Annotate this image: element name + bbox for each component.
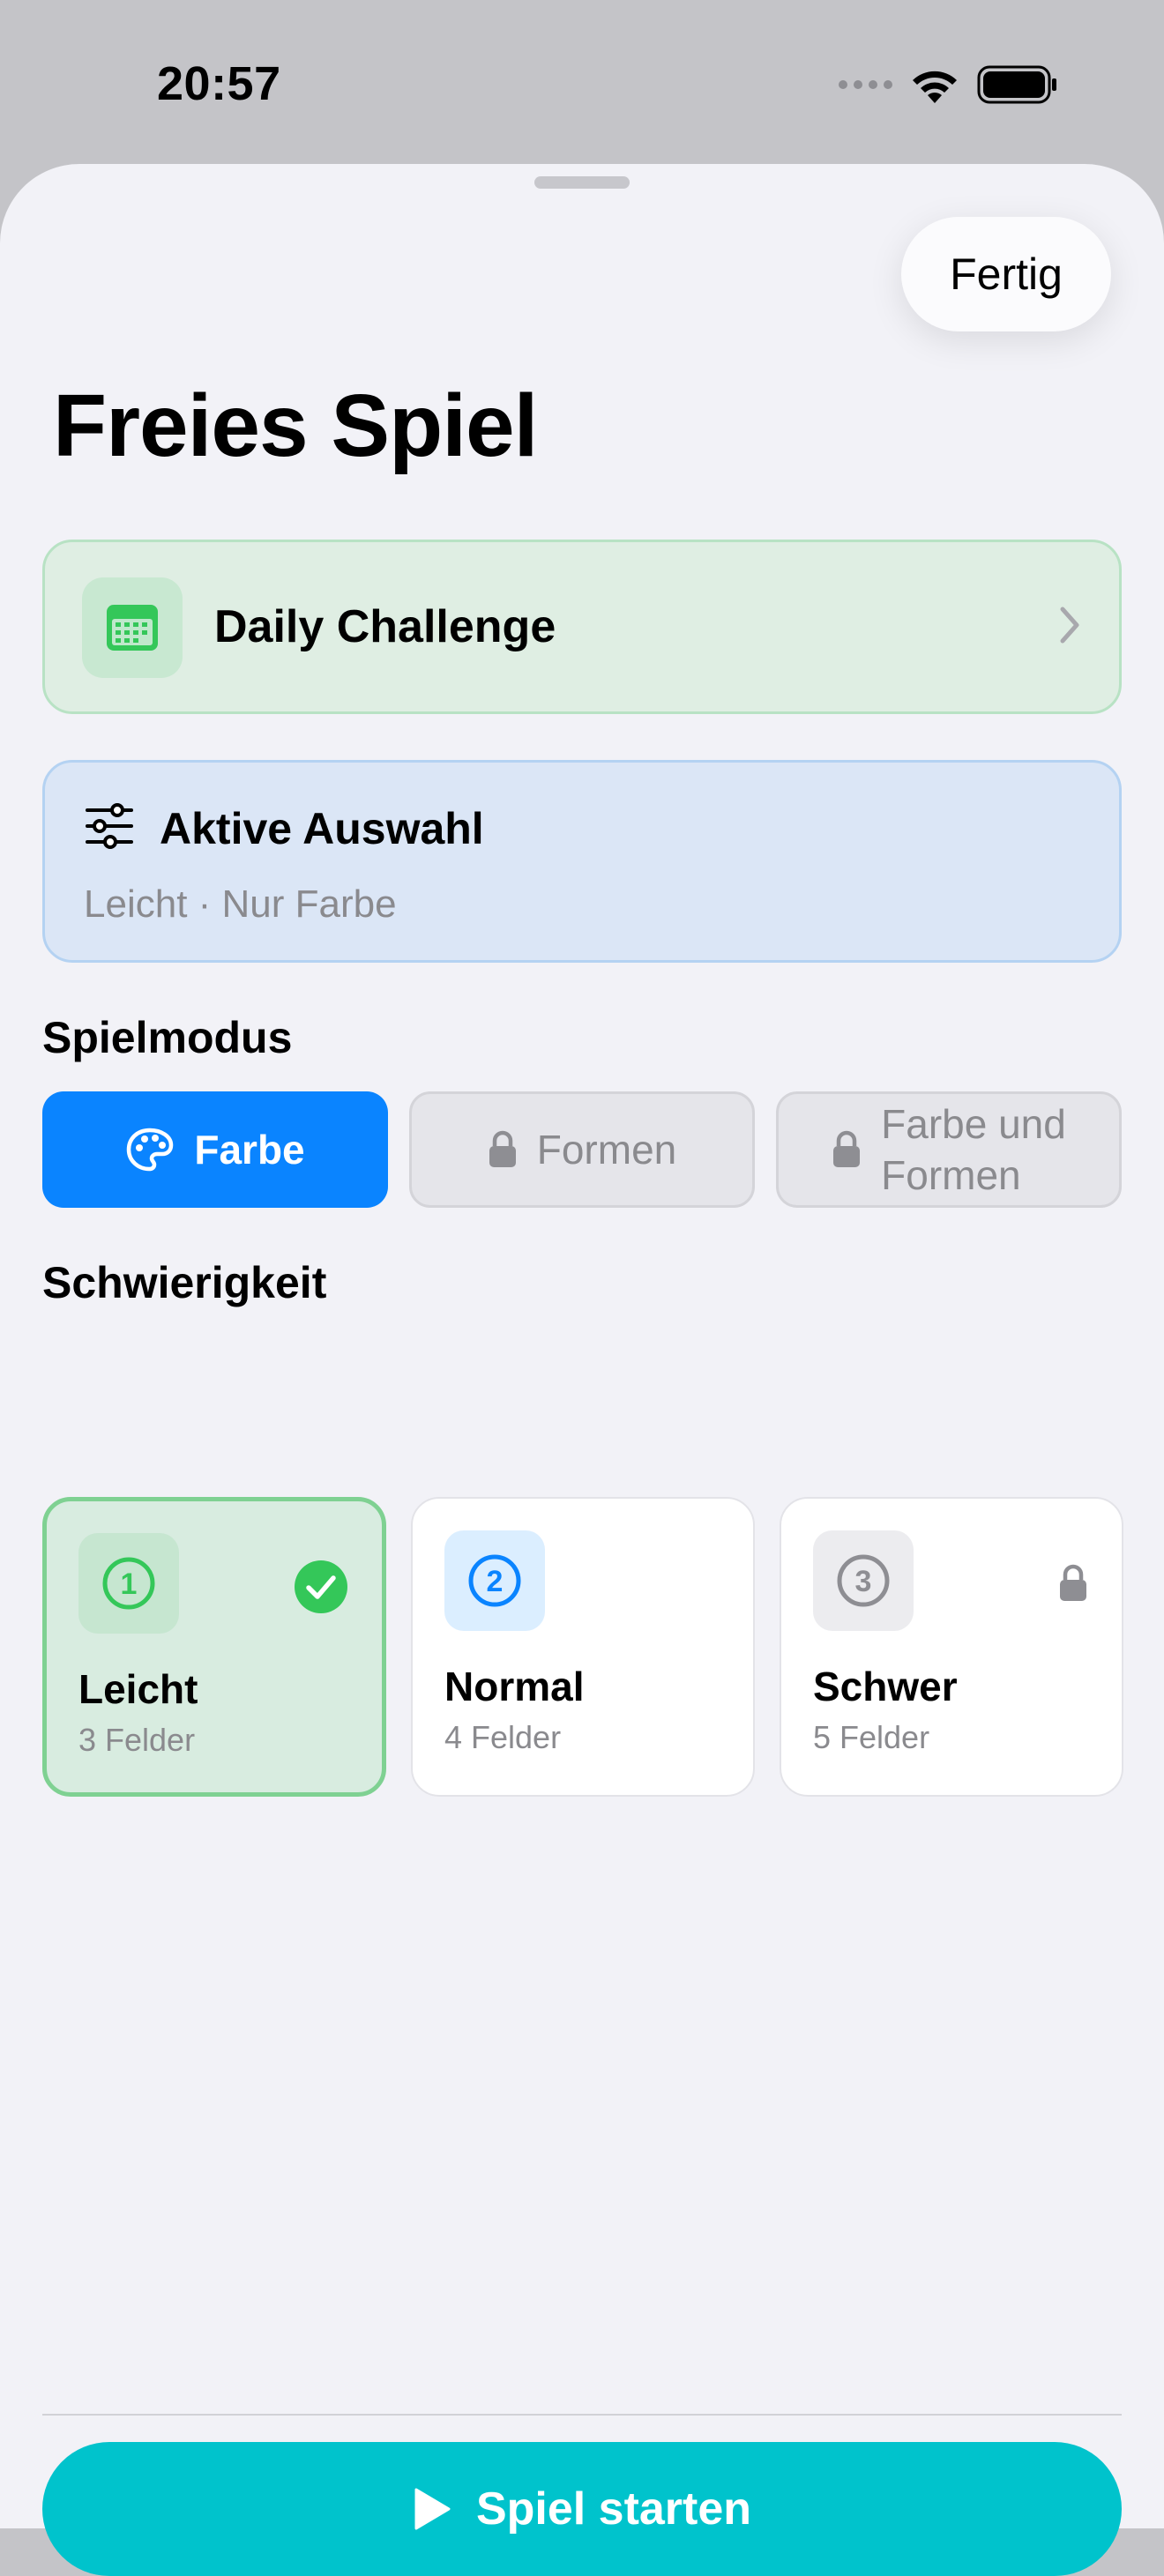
mode-color-and-shapes-button[interactable]: Farbe und Formen bbox=[776, 1091, 1122, 1208]
difficulty-hard-fields: 5 Felder bbox=[813, 1719, 930, 1755]
active-selection-summary: Leicht · Nur Farbe bbox=[84, 882, 397, 926]
sliders-icon bbox=[86, 803, 133, 849]
svg-text:1: 1 bbox=[121, 1567, 138, 1601]
done-button[interactable]: Fertig bbox=[901, 217, 1111, 331]
play-icon bbox=[414, 2488, 451, 2530]
difficulty-normal-card[interactable]: 2 Normal 4 Felder bbox=[411, 1497, 755, 1797]
active-selection-title: Aktive Auswahl bbox=[160, 804, 484, 853]
chevron-right-icon bbox=[1060, 607, 1079, 644]
checkmark-circle-icon bbox=[295, 1560, 347, 1613]
palette-icon bbox=[127, 1128, 174, 1172]
lock-icon bbox=[489, 1130, 516, 1167]
difficulty-easy-fields: 3 Felder bbox=[78, 1722, 196, 1758]
svg-text:2: 2 bbox=[487, 1565, 504, 1598]
number-2-circle-icon: 2 bbox=[444, 1530, 545, 1631]
svg-text:3: 3 bbox=[855, 1565, 872, 1598]
lock-icon bbox=[833, 1130, 861, 1167]
status-time: 20:57 bbox=[157, 57, 281, 110]
difficulty-hard-card[interactable]: 3 Schwer 5 Felder bbox=[780, 1497, 1123, 1797]
daily-challenge-label: Daily Challenge bbox=[214, 601, 556, 652]
page-title: Freies Spiel bbox=[53, 376, 538, 475]
daily-challenge-row[interactable]: Daily Challenge bbox=[42, 540, 1122, 714]
sheet-grabber[interactable] bbox=[534, 176, 630, 189]
active-selection-card: Aktive Auswahl Leicht · Nur Farbe bbox=[42, 760, 1122, 963]
mode-shapes-button[interactable]: Formen bbox=[409, 1091, 755, 1208]
start-game-label: Spiel starten bbox=[475, 2483, 752, 2535]
cellular-signal-icon bbox=[839, 80, 892, 89]
difficulty-easy-name: Leicht bbox=[78, 1666, 198, 1712]
difficulty-heading: Schwierigkeit bbox=[42, 1258, 327, 1307]
game-setup-sheet: Fertig Freies Spiel Daily Challenge Akti… bbox=[0, 164, 1164, 2576]
mode-color-button[interactable]: Farbe bbox=[42, 1091, 388, 1208]
mode-shapes-label: Formen bbox=[536, 1127, 677, 1173]
wifi-icon bbox=[913, 71, 957, 103]
status-bar: 20:57 bbox=[0, 0, 1164, 168]
battery-icon bbox=[977, 65, 1056, 104]
calendar-icon bbox=[82, 577, 183, 678]
difficulty-normal-fields: 4 Felder bbox=[444, 1719, 562, 1755]
lock-icon bbox=[1060, 1564, 1086, 1601]
mode-color-label: Farbe bbox=[194, 1127, 305, 1173]
game-mode-heading: Spielmodus bbox=[42, 1013, 293, 1062]
difficulty-easy-card[interactable]: 1 Leicht 3 Felder bbox=[42, 1497, 386, 1797]
number-3-circle-icon: 3 bbox=[813, 1530, 914, 1631]
number-1-circle-icon: 1 bbox=[78, 1533, 179, 1634]
difficulty-hard-name: Schwer bbox=[813, 1664, 958, 1709]
divider bbox=[42, 2414, 1122, 2416]
difficulty-normal-name: Normal bbox=[444, 1664, 585, 1709]
status-icons bbox=[839, 63, 1058, 106]
start-game-button[interactable]: Spiel starten bbox=[42, 2442, 1122, 2576]
mode-color-and-shapes-label: Farbe und Formen bbox=[881, 1101, 1066, 1198]
